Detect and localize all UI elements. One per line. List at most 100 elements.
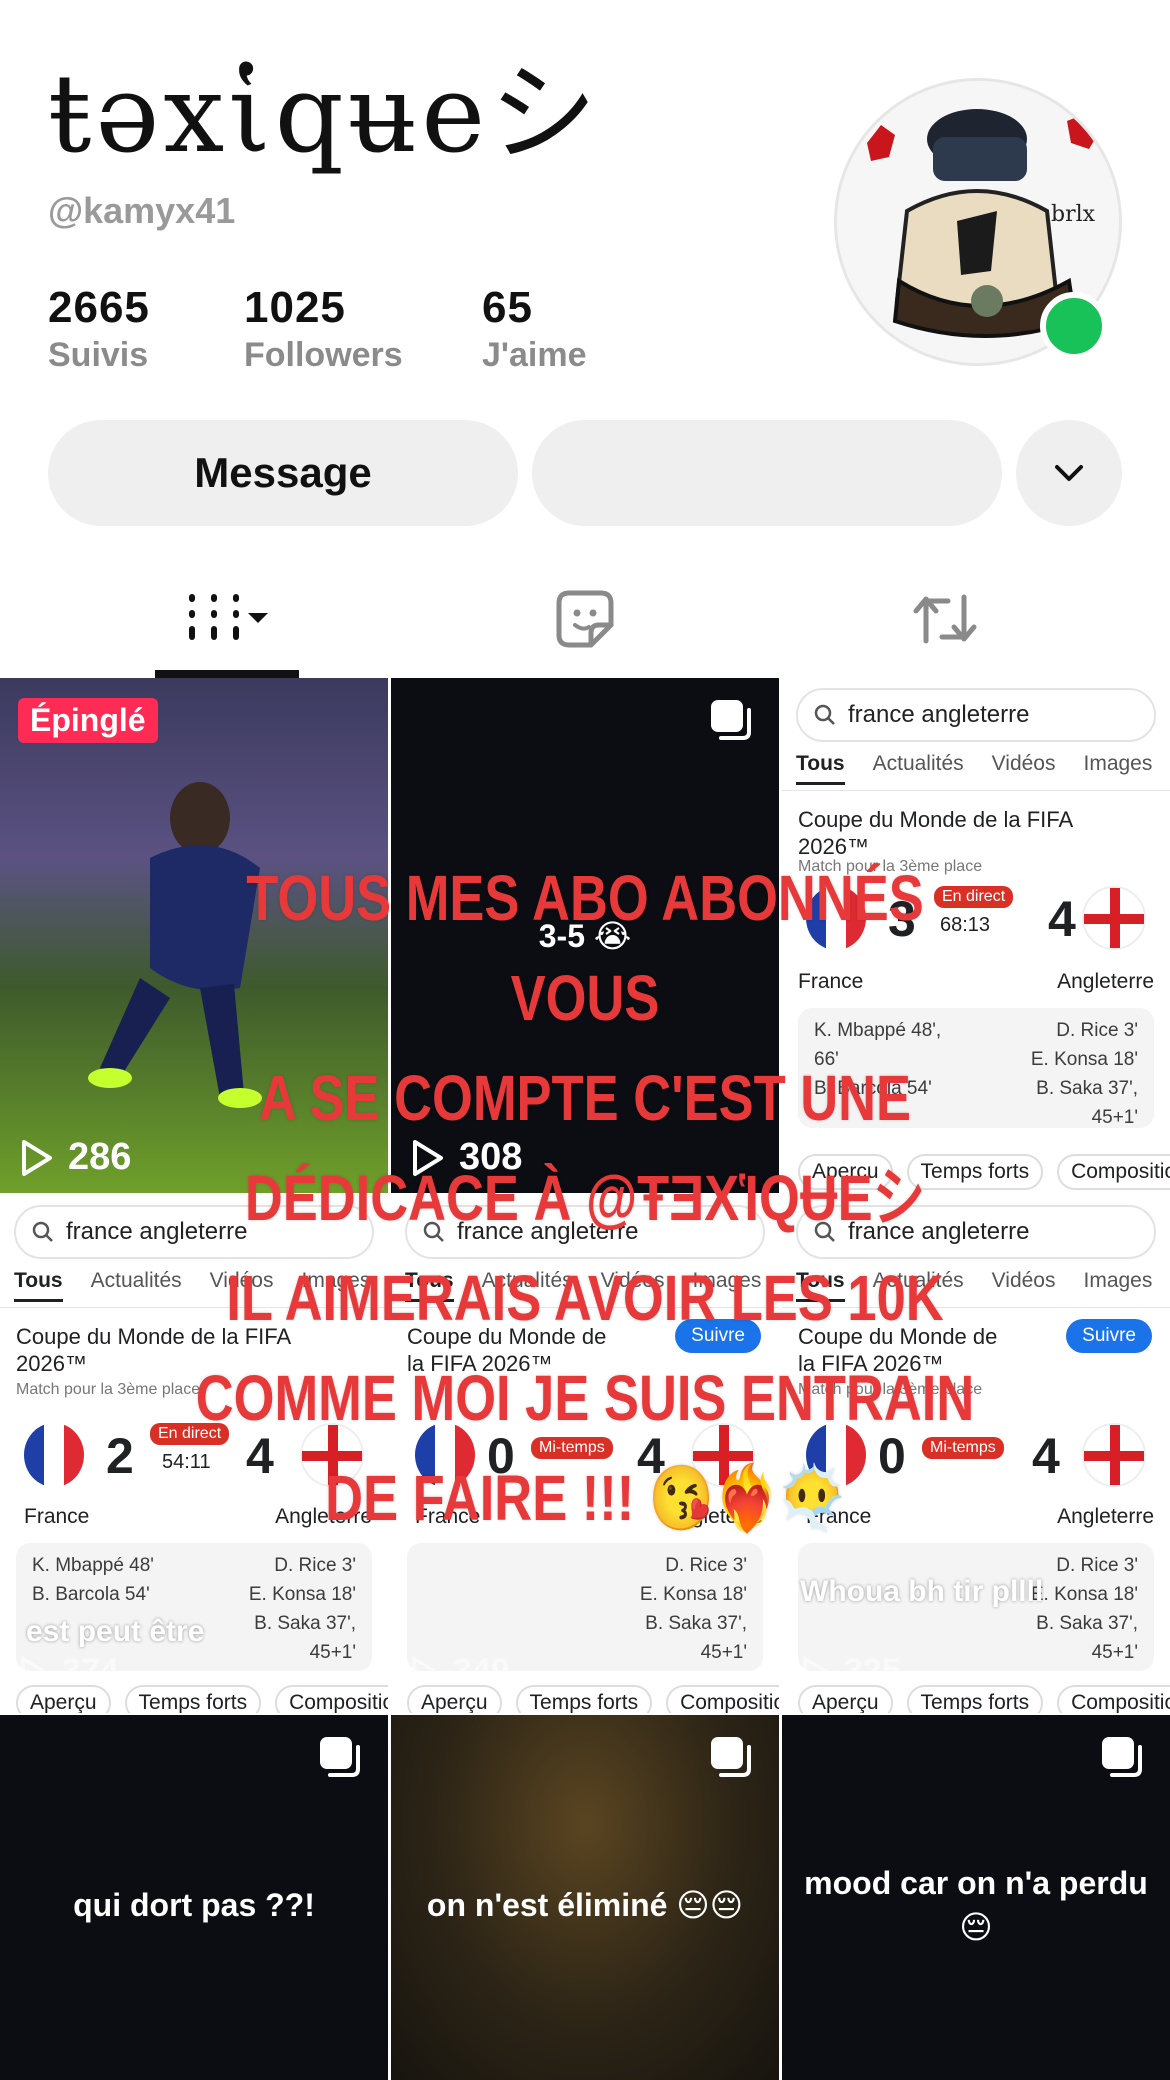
video-caption: qui dort pas ??! [73, 1887, 315, 1923]
play-outline-icon [22, 1139, 52, 1176]
stat-likes-value: 65 [482, 283, 533, 332]
scorer: 45+1' [1091, 1107, 1138, 1128]
search-tab: Tous [796, 752, 845, 785]
overlay-line: de faire !!! 😘❤️‍🔥😶‍🌫️ [325, 1462, 845, 1534]
scorer: D. Rice 3' [665, 1555, 747, 1576]
reposts-sticker-icon [556, 590, 614, 648]
overlay-line: dédicace à @ŧǝxἱqʉeシ [244, 1162, 926, 1234]
search-query: france angleterre [848, 701, 1030, 728]
view-count: 325 [800, 1652, 901, 1691]
video-caption: est peut être [26, 1615, 205, 1648]
svg-text:brlx: brlx [1051, 202, 1096, 227]
search-tab: Vidéos [991, 1269, 1056, 1292]
scorer: D. Rice 3' [1056, 1020, 1138, 1041]
scorer: B. Saka 37', [1036, 1078, 1138, 1099]
scorer: B. Barcola 54' [32, 1584, 150, 1605]
multi-photo-icon [1102, 1737, 1142, 1777]
chip: Temps forts [906, 1685, 1044, 1713]
username: @kamyx41 [48, 190, 236, 231]
overlay-line: comme moi je suis entrain [195, 1362, 975, 1434]
view-count-value: 349 [453, 1652, 510, 1690]
score-right: 4 [1032, 1428, 1060, 1484]
video-thumbnail[interactable]: on n'est éliminé 😔😔 [391, 1715, 779, 2080]
team-right: Angleterre [1057, 1505, 1154, 1528]
chip: Composition [1057, 1154, 1170, 1190]
scorer: D. Rice 3' [1056, 1555, 1138, 1576]
chip: Composition [1057, 1685, 1170, 1713]
search-tab: Actualités [90, 1269, 182, 1292]
video-thumbnail[interactable]: qui dort pas ??! [0, 1715, 388, 2080]
video-thumbnail[interactable]: mood car on n'a perdu 😔 [782, 1715, 1170, 2080]
search-tab: Vidéos [991, 752, 1056, 775]
search-tabs: Tous Actualités Vidéos Images [796, 752, 1170, 785]
scorer: D. Rice 3' [274, 1555, 356, 1576]
tab-selected-indicator [155, 670, 299, 678]
play-outline-icon [803, 1655, 830, 1688]
overlay-line: Tous mes abo abonnés vous [246, 862, 924, 1034]
stat-following[interactable]: 2665 Suivis [48, 282, 150, 376]
profile-tabs [0, 560, 1170, 678]
england-flag-icon [1082, 1423, 1146, 1487]
grid-videos-icon [189, 594, 268, 640]
multi-photo-icon [711, 1737, 751, 1777]
scorer: B. Saka 37', [645, 1613, 747, 1634]
stat-likes-label: J'aime [482, 336, 587, 374]
stat-followers-label: Followers [244, 336, 403, 374]
repost-arrows-icon [913, 594, 977, 644]
chip: Composition [666, 1685, 779, 1713]
search-bar: france angleterre [796, 688, 1156, 742]
multi-photo-icon [320, 1737, 360, 1777]
video-caption: on n'est éliminé 😔😔 [426, 1887, 744, 1923]
scorer: E. Konsa 18' [639, 1584, 747, 1605]
team-right: Angleterre [1057, 970, 1154, 993]
overlay-line: il aimerais avoir les 10k [226, 1262, 944, 1334]
online-status-dot [1040, 292, 1108, 360]
view-count-value: 325 [844, 1652, 901, 1690]
follow-button: Suivre [1066, 1319, 1152, 1353]
view-count-value: 374 [62, 1652, 119, 1690]
more-options-button[interactable] [1016, 420, 1122, 526]
search-tab: Actualités [872, 752, 964, 775]
scorer: E. Konsa 18' [1030, 1049, 1138, 1070]
scorer: 45+1' [1091, 1642, 1138, 1663]
search-icon [814, 704, 835, 725]
match-subtitle: Match pour la 3ème place [16, 1381, 201, 1398]
view-count-value: 286 [68, 1136, 132, 1178]
message-button[interactable]: Message [48, 420, 518, 526]
score-right: 4 [1048, 891, 1076, 947]
stat-likes[interactable]: 65 J'aime [482, 282, 587, 376]
score-left: 2 [106, 1428, 134, 1484]
england-flag-icon [1082, 886, 1146, 950]
scorer: B. Saka 37', [254, 1613, 356, 1634]
stat-following-label: Suivis [48, 336, 149, 374]
team-left: France [24, 1505, 90, 1528]
scorer: E. Konsa 18' [1030, 1584, 1138, 1605]
tab-stickers[interactable] [510, 560, 660, 678]
play-outline-icon [412, 1655, 439, 1688]
follow-placeholder-button[interactable] [532, 420, 1002, 526]
scorer: E. Konsa 18' [248, 1584, 356, 1605]
tab-videos[interactable] [155, 560, 299, 678]
tab-reposts[interactable] [870, 560, 1020, 678]
video-caption: Whoua bh tir pllll [800, 1575, 1044, 1608]
scorer: 45+1' [309, 1642, 356, 1663]
scorer: K. Mbappé 48' [32, 1555, 154, 1576]
play-outline-icon [21, 1655, 48, 1688]
chevron-down-icon [1055, 465, 1083, 481]
scorer: 45+1' [700, 1642, 747, 1663]
pinned-badge: Épinglé [18, 698, 158, 743]
france-flag-icon [24, 1423, 84, 1487]
video-caption: mood car on n'a perdu 😔 [804, 1865, 1148, 1945]
search-icon [32, 1221, 53, 1242]
stat-followers[interactable]: 1025 Followers [244, 282, 403, 376]
chip: Temps forts [124, 1685, 262, 1713]
search-tab: Images [1083, 1269, 1153, 1292]
scorer: B. Saka 37', [1036, 1613, 1138, 1634]
divider [782, 790, 1170, 791]
search-tab: Images [1083, 752, 1153, 775]
stat-following-value: 2665 [48, 283, 150, 332]
view-count: 349 [409, 1652, 510, 1691]
view-count: 374 [18, 1652, 119, 1691]
display-name: ŧǝxἱqʉeシ [48, 52, 602, 177]
chip: Temps forts [515, 1685, 653, 1713]
